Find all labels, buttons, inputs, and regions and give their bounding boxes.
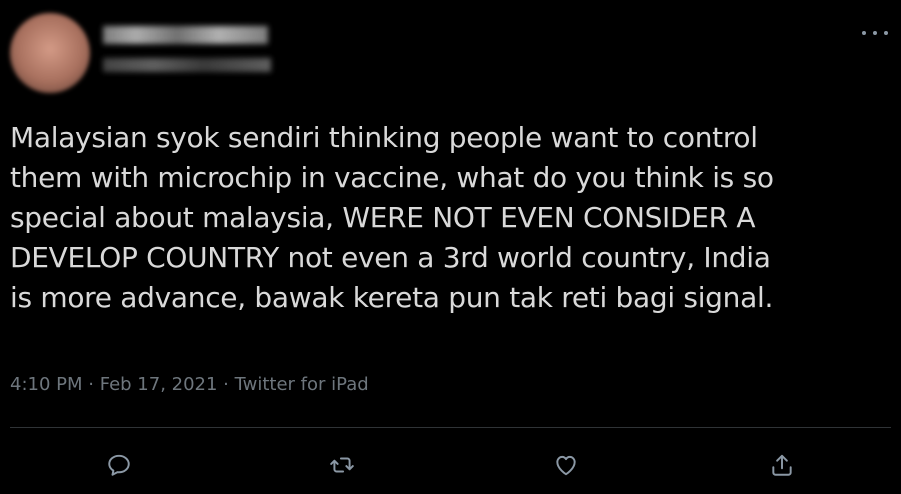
tweet-text-line: them with microchip in vaccine, what do … <box>10 161 774 194</box>
tweet-text-line: Malaysian syok sendiri thinking people w… <box>10 121 758 154</box>
tweet-date[interactable]: Feb 17, 2021 <box>100 374 218 395</box>
tweet-text-line: DEVELOP COUNTRY not even a 3rd world cou… <box>10 241 771 274</box>
retweet-icon <box>330 457 354 473</box>
display-name-redacted[interactable] <box>103 26 268 44</box>
tweet-text-line: is more advance, bawak kereta pun tak re… <box>10 281 774 314</box>
avatar[interactable] <box>10 13 90 93</box>
more-dot <box>873 31 877 35</box>
reply-icon <box>108 454 130 476</box>
tweet-time[interactable]: 4:10 PM <box>10 374 83 395</box>
tweet-text-line: special about malaysia, WERE NOT EVEN CO… <box>10 201 756 234</box>
more-dot <box>862 31 866 35</box>
tweet-text: Malaysian syok sendiri thinking people w… <box>10 118 895 318</box>
share-icon <box>772 454 792 476</box>
divider <box>10 427 891 428</box>
username-redacted[interactable] <box>103 58 271 72</box>
action-bar <box>0 445 901 485</box>
share-button[interactable] <box>762 445 802 485</box>
more-options-icon[interactable] <box>862 26 888 40</box>
more-dot <box>884 31 888 35</box>
meta-separator: · <box>82 374 100 395</box>
like-icon <box>556 455 576 476</box>
tweet-metadata: 4:10 PM · Feb 17, 2021 · Twitter for iPa… <box>10 374 369 395</box>
tweet-card: Malaysian syok sendiri thinking people w… <box>0 0 901 494</box>
tweet-source[interactable]: Twitter for iPad <box>235 374 369 395</box>
reply-button[interactable] <box>99 445 139 485</box>
like-button[interactable] <box>546 445 586 485</box>
retweet-button[interactable] <box>322 445 362 485</box>
meta-separator: · <box>217 374 235 395</box>
